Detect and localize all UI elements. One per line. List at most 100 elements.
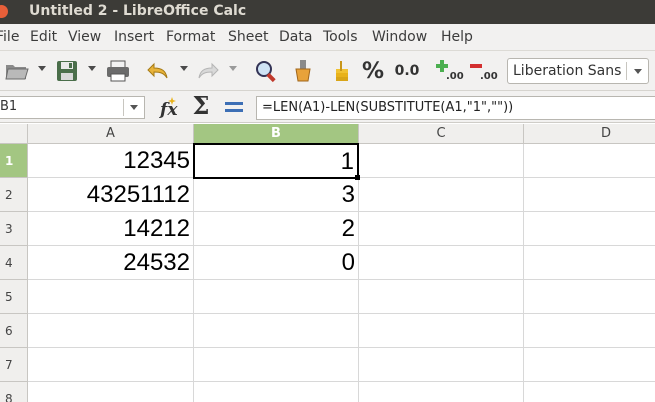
cell-b3[interactable]: 2 [194,212,359,246]
menu-format[interactable]: Format [166,29,215,45]
cell-a7[interactable] [28,348,194,382]
currency-icon[interactable] [330,57,354,85]
name-box-dropdown-arrow[interactable] [130,105,138,110]
cell-b6[interactable] [194,314,359,348]
formula-input[interactable]: =LEN(A1)-LEN(SUBSTITUTE(A1,"1","")) [256,96,655,120]
find-replace-icon[interactable] [252,57,280,85]
percent-icon[interactable]: % [360,57,386,85]
select-all-corner[interactable] [0,124,28,144]
menu-help[interactable]: Help [441,29,473,45]
row-number: 7 [5,358,13,372]
cell-a1[interactable]: 12345 [28,144,194,178]
print-icon[interactable] [104,57,132,85]
spreadsheet-grid[interactable]: A B C D 1 12345 2 43251112 3 3 14212 2 4… [0,124,655,402]
menu-window[interactable]: Window [372,29,427,45]
row-number: 2 [5,188,13,202]
column-header-a[interactable]: A [28,124,194,144]
clone-formatting-icon[interactable] [290,57,316,85]
row-number: 4 [5,256,13,270]
cell-a8[interactable] [28,382,194,402]
menu-data[interactable]: Data [279,29,312,45]
font-dropdown-arrow[interactable] [634,69,642,74]
cell-c4[interactable] [359,246,524,280]
cell-c8[interactable] [359,382,524,402]
delete-decimal-label: .00 [480,71,498,82]
row-header-3[interactable]: 3 [0,212,28,246]
window-title: Untitled 2 - LibreOffice Calc [29,3,247,19]
number-format-icon[interactable]: 0.0 [392,57,422,85]
cell-d2[interactable] [524,178,655,212]
menu-insert[interactable]: Insert [114,29,154,45]
close-window-button[interactable] [0,5,8,18]
column-header-b[interactable]: B [194,124,359,144]
font-name-box[interactable]: Liberation Sans [507,58,649,84]
cell-c7[interactable] [359,348,524,382]
menu-file[interactable]: File [0,29,19,45]
cell-a2[interactable]: 43251112 [28,178,194,212]
row-header-5[interactable]: 5 [0,280,28,314]
row-number: 6 [5,324,13,338]
formula-text: =LEN(A1)-LEN(SUBSTITUTE(A1,"1","")) [262,100,514,115]
cell-b4[interactable]: 0 [194,246,359,280]
open-dropdown-arrow[interactable] [38,66,46,71]
font-name-value: Liberation Sans [513,63,622,79]
cell-b2[interactable]: 3 [194,178,359,212]
cell-a5[interactable] [28,280,194,314]
menu-bar: File Edit View Insert Format Sheet Data … [0,24,655,51]
open-folder-icon[interactable] [4,57,30,85]
cell-d3[interactable] [524,212,655,246]
cell-b1[interactable]: 1 [193,143,359,179]
cell-d6[interactable] [524,314,655,348]
row-header-1[interactable]: 1 [0,144,28,178]
cell-c6[interactable] [359,314,524,348]
row-number: 3 [5,222,13,236]
menu-edit[interactable]: Edit [30,29,57,45]
cell-b7[interactable] [194,348,359,382]
cell-d4[interactable] [524,246,655,280]
title-bar: Untitled 2 - LibreOffice Calc [0,0,655,24]
name-box[interactable]: B1 [0,96,145,119]
row-header-8[interactable]: 8 [0,382,28,402]
row-number: 8 [5,392,13,402]
fill-handle[interactable] [355,175,360,180]
delete-decimal-icon[interactable]: .00 [468,57,498,85]
cell-a4[interactable]: 24532 [28,246,194,280]
name-box-value: B1 [0,99,18,114]
formula-icon[interactable] [225,100,243,114]
cell-d1[interactable] [524,144,655,178]
redo-dropdown-arrow[interactable] [229,66,237,71]
cell-a6[interactable] [28,314,194,348]
cell-d7[interactable] [524,348,655,382]
sum-icon[interactable]: Σ [190,93,212,119]
cell-c5[interactable] [359,280,524,314]
redo-icon[interactable] [194,57,222,85]
column-header-c[interactable]: C [359,124,524,144]
menu-sheet[interactable]: Sheet [228,29,268,45]
row-header-6[interactable]: 6 [0,314,28,348]
row-header-4[interactable]: 4 [0,246,28,280]
cell-d5[interactable] [524,280,655,314]
cell-d8[interactable] [524,382,655,402]
save-dropdown-arrow[interactable] [88,66,96,71]
row-number: 1 [5,154,14,168]
function-wizard-icon[interactable]: fx [158,96,182,120]
column-header-d[interactable]: D [524,124,655,144]
save-icon[interactable] [54,57,80,85]
svg-text:fx: fx [159,100,178,120]
add-decimal-label: .00 [446,71,464,82]
menu-view[interactable]: View [68,29,101,45]
name-box-separator [123,99,124,116]
cell-c1[interactable] [359,144,524,178]
cell-b8[interactable] [194,382,359,402]
undo-dropdown-arrow[interactable] [180,66,188,71]
add-decimal-icon[interactable]: .00 [434,57,464,85]
row-header-7[interactable]: 7 [0,348,28,382]
undo-icon[interactable] [144,57,172,85]
menu-tools[interactable]: Tools [323,29,358,45]
row-header-2[interactable]: 2 [0,178,28,212]
cell-a3[interactable]: 14212 [28,212,194,246]
row-number: 5 [5,290,13,304]
cell-b5[interactable] [194,280,359,314]
cell-c2[interactable] [359,178,524,212]
cell-c3[interactable] [359,212,524,246]
